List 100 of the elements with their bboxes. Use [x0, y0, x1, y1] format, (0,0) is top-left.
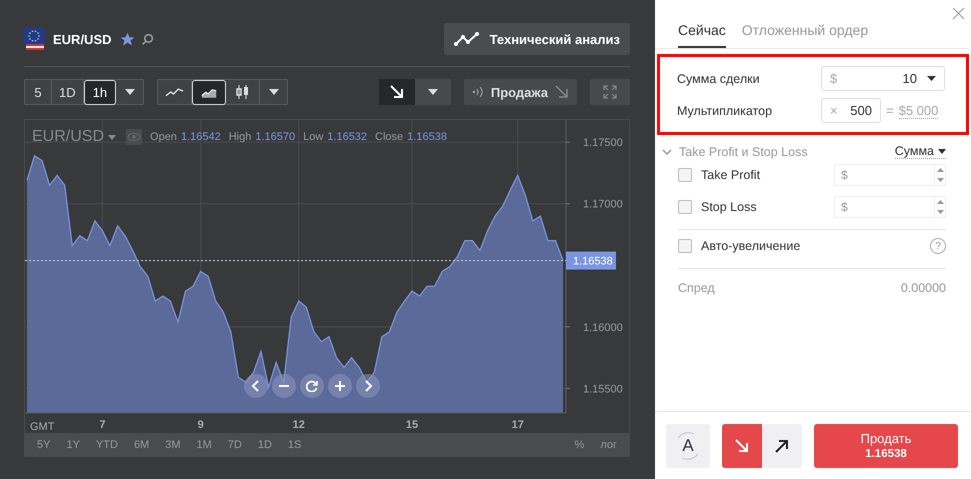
range-button[interactable]: 1S [280, 439, 310, 451]
star-icon[interactable] [120, 32, 134, 46]
range-button[interactable]: 1M [188, 439, 220, 451]
symbol-name: EUR/USD [53, 32, 112, 46]
ohlc-label: Low [303, 131, 324, 143]
total-value: $5 000 [898, 102, 938, 118]
checkbox-label: Stop Loss [701, 200, 758, 214]
arrow-button[interactable] [378, 79, 415, 105]
scale-button[interactable]: % [566, 439, 592, 451]
y-axis-label: 1.16000 [583, 322, 623, 334]
ref-line-label: 1.16538 [573, 256, 613, 268]
spin-up-icon[interactable] [936, 200, 944, 204]
spin-down-icon[interactable] [936, 178, 944, 182]
candlestick-button[interactable] [226, 80, 260, 104]
checkbox-label: Take Profit [701, 168, 762, 182]
range-button[interactable]: YTD [88, 439, 126, 451]
range-button[interactable]: 7D [220, 439, 250, 451]
chevron-left-icon [251, 380, 261, 392]
chevron-right-icon [363, 380, 373, 392]
zoom-out-button[interactable] [272, 374, 296, 398]
caret-icon [108, 134, 116, 140]
search-icon[interactable] [140, 32, 154, 46]
fullscreen-icon [603, 85, 617, 99]
multiplier-field[interactable]: × 500 [821, 98, 881, 123]
range-button[interactable]: 1Y [58, 439, 88, 451]
x-axis-label: 17 [512, 419, 524, 431]
ohlc-value: 1.16538 [407, 131, 447, 143]
sell-direction-button[interactable] [722, 424, 762, 468]
technical-analysis-button[interactable]: Технический анализ [444, 23, 630, 55]
ohlc-label: Close [375, 131, 404, 143]
tp-sl-toggle[interactable]: Take Profit и Stop Loss [662, 144, 808, 158]
caret-icon [927, 76, 936, 81]
x-axis-label: 9 [198, 419, 204, 431]
range-button[interactable]: 3M [157, 439, 188, 451]
caret-icon [268, 89, 279, 95]
timezone-label: GMT [30, 421, 54, 433]
reset-icon [306, 380, 318, 392]
area-chart-button[interactable] [192, 80, 226, 105]
sell-button[interactable]: Продажа [464, 79, 577, 105]
x-axis-label: 12 [292, 419, 305, 431]
ohlc-label: High [228, 131, 252, 143]
chevron-icon [662, 148, 672, 154]
arrow-down-right-icon [390, 85, 404, 99]
amount-select[interactable]: $ 10 [821, 66, 945, 91]
caret-icon [938, 148, 946, 154]
area-chart-icon [201, 86, 218, 98]
ohlc-value: 1.16542 [180, 131, 221, 143]
flag-icon [24, 28, 46, 50]
spinner[interactable] [934, 164, 946, 186]
price-label: 1.16538 [566, 252, 616, 270]
interval-tab[interactable]: 1h [84, 80, 116, 105]
arrow-down-right-icon [735, 438, 749, 452]
spinner[interactable] [934, 196, 946, 218]
submit-button[interactable]: Продать 1.16538 [814, 424, 958, 468]
line-chart-button[interactable] [158, 80, 192, 104]
range-button[interactable]: 6M [126, 439, 158, 451]
spread-label: Спред [678, 281, 715, 295]
checkbox[interactable] [678, 239, 692, 253]
checkbox[interactable] [678, 200, 692, 214]
equals-sign: = [886, 103, 894, 118]
ohlc-label: Open [150, 131, 177, 143]
range-button[interactable]: 1D [250, 439, 280, 451]
zoom-in-button[interactable] [328, 374, 352, 398]
y-axis-label: 1.17000 [583, 198, 623, 211]
amount-label: Сумма сделки [677, 72, 761, 86]
interval-tab[interactable]: 5 [25, 80, 52, 104]
scale-button[interactable]: лог [592, 439, 625, 451]
x-axis-label: 7 [99, 419, 106, 431]
scroll-right-button[interactable] [356, 374, 380, 398]
close-button[interactable] [952, 7, 965, 20]
fullscreen-button[interactable] [590, 79, 630, 105]
buy-direction-button[interactable] [762, 424, 802, 468]
order-tab[interactable]: Сейчас [678, 22, 726, 48]
checkbox[interactable] [678, 168, 692, 182]
caret-icon [124, 89, 135, 95]
help-icon[interactable]: ? [930, 238, 946, 254]
interval-dropdown[interactable] [116, 80, 144, 104]
chart-symbol-selector[interactable]: EUR/USD [32, 128, 116, 146]
order-tab[interactable]: Отложенный ордер [742, 22, 868, 48]
chart-type-dropdown[interactable] [260, 80, 288, 104]
trend-line-icon [454, 31, 480, 47]
reset-button[interactable] [300, 374, 324, 398]
spread-value: 0.00000 [900, 281, 946, 295]
signal-icon [472, 87, 484, 97]
scroll-left-button[interactable] [244, 374, 268, 398]
ohlc-value: 1.16532 [327, 131, 368, 143]
mode-dropdown[interactable]: Сумма [894, 144, 946, 159]
auto-button[interactable]: A [666, 424, 710, 468]
y-axis-label: 1.15500 [583, 383, 623, 396]
arrow-up-right-icon [775, 438, 789, 452]
caret-icon [428, 89, 438, 95]
spin-down-icon[interactable] [936, 210, 944, 214]
ohlc-value: 1.16570 [255, 131, 296, 143]
line-chart-icon [165, 86, 184, 98]
close-icon [952, 7, 965, 20]
interval-tab[interactable]: 1D [52, 80, 84, 104]
arrow-down-right-icon [555, 85, 569, 99]
x-axis-label: 15 [406, 419, 418, 431]
range-button[interactable]: 5Y [29, 439, 58, 451]
spin-up-icon[interactable] [936, 168, 944, 172]
